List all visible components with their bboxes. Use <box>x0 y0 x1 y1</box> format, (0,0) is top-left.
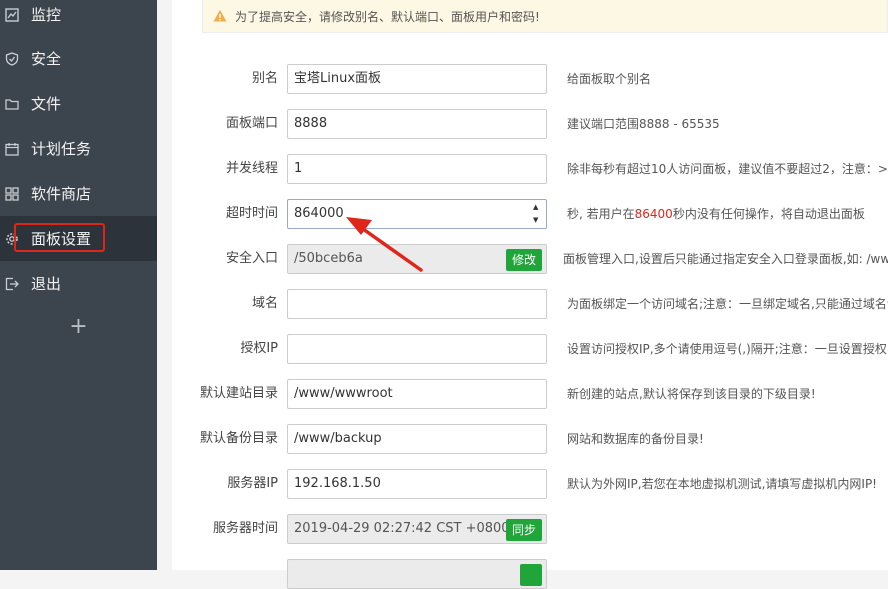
port-hint: 建议端口范围8888 - 65535 <box>567 117 720 131</box>
alias-input[interactable]: 宝塔Linux面板 <box>287 64 547 94</box>
auth-ip-label: 授权IP <box>240 341 278 356</box>
folder-icon <box>5 97 19 111</box>
sidebar-item-label: 安全 <box>31 50 62 68</box>
chevron-down-icon[interactable]: ▼ <box>533 216 543 225</box>
form-row-site-dir: 默认建站目录 /www/wwwroot 新创建的站点,默认将保存到该目录的下级目… <box>172 379 888 409</box>
sidebar-item-files[interactable]: 文件 <box>0 81 157 126</box>
sidebar-item-label: 监控 <box>31 6 62 24</box>
chevron-up-icon[interactable]: ▲ <box>533 203 543 212</box>
security-warning: 为了提高安全，请修改别名、默认端口、面板用户和密码! <box>202 0 888 33</box>
server-ip-hint: 默认为外网IP,若您在本地虚拟机测试,请填写虚拟机内网IP! <box>567 477 877 491</box>
settings-panel: 为了提高安全，请修改别名、默认端口、面板用户和密码! 别名 宝塔Linux面板 … <box>172 0 888 589</box>
backup-dir-input[interactable]: /www/backup <box>287 424 547 454</box>
threads-hint: 除非每秒有超过10人访问面板，建议值不要超过2，注意：>1 <box>567 162 888 176</box>
timeout-hint-value: 86400 <box>634 207 673 221</box>
timeout-hint-post: 秒内没有任何操作，将自动退出面板 <box>672 207 865 221</box>
sidebar-item-label: 软件商店 <box>31 185 92 203</box>
form-row-next <box>172 559 888 589</box>
server-time-input: 2019-04-29 02:27:42 CST +0800 同步 <box>287 514 547 544</box>
auth-ip-hint: 设置访问授权IP,多个请使用逗号(,)隔开;注意：一旦设置授权IP <box>567 342 888 356</box>
entry-label: 安全入口 <box>225 251 278 266</box>
sidebar-item-label: 文件 <box>31 95 62 113</box>
form-row-alias: 别名 宝塔Linux面板 给面板取个别名 <box>172 64 888 94</box>
site-dir-label: 默认建站目录 <box>199 386 278 401</box>
sidebar-item-security[interactable]: 安全 <box>0 36 157 81</box>
sidebar: 监控 安全 文件 计划任务 软件商店 面板设置 退出 + <box>0 0 157 570</box>
sync-time-button[interactable]: 同步 <box>505 519 542 541</box>
warning-icon <box>213 9 227 23</box>
timeout-label: 超时时间 <box>225 206 278 221</box>
form-row-server-time: 服务器时间 2019-04-29 02:27:42 CST +0800 同步 <box>172 514 888 544</box>
warning-text: 为了提高安全，请修改别名、默认端口、面板用户和密码! <box>235 9 540 24</box>
domain-hint: 为面板绑定一个访问域名;注意：一旦绑定域名,只能通过域名访 <box>567 297 888 311</box>
sidebar-item-label: 计划任务 <box>31 140 92 158</box>
form-row-domain: 域名 为面板绑定一个访问域名;注意：一旦绑定域名,只能通过域名访 <box>172 289 888 319</box>
annotation-highlight-box <box>14 223 105 252</box>
edit-entry-button[interactable]: 修改 <box>505 249 542 271</box>
timeout-input[interactable]: 864000 ▲ ▼ <box>287 199 547 229</box>
threads-label: 并发线程 <box>225 161 278 176</box>
form-row-server-ip: 服务器IP 192.168.1.50 默认为外网IP,若您在本地虚拟机测试,请填… <box>172 469 888 499</box>
auth-ip-input[interactable] <box>287 334 547 364</box>
entry-value: /50bceb6a <box>294 251 363 266</box>
form-row-auth-ip: 授权IP 设置访问授权IP,多个请使用逗号(,)隔开;注意：一旦设置授权IP <box>172 334 888 364</box>
timeout-hint: 秒, 若用户在86400秒内没有任何操作，将自动退出面板 <box>567 199 865 229</box>
site-dir-input[interactable]: /www/wwwroot <box>287 379 547 409</box>
timeout-stepper[interactable]: ▲ ▼ <box>533 203 543 225</box>
domain-label: 域名 <box>251 296 278 311</box>
threads-input[interactable]: 1 <box>287 154 547 184</box>
sidebar-item-store[interactable]: 软件商店 <box>0 171 157 216</box>
shield-icon <box>5 51 19 66</box>
timeout-hint-pre: 秒, 若用户在 <box>567 207 635 221</box>
alias-hint: 给面板取个别名 <box>567 72 652 86</box>
form-row-port: 面板端口 8888 建议端口范围8888 - 65535 <box>172 109 888 139</box>
port-input[interactable]: 8888 <box>287 109 547 139</box>
form-row-timeout: 超时时间 864000 ▲ ▼ 秒, 若用户在86400秒内没有任何操作，将自动… <box>172 199 888 229</box>
sidebar-item-label: 退出 <box>31 275 62 293</box>
alias-label: 别名 <box>251 71 278 86</box>
sidebar-item-monitor[interactable]: 监控 <box>0 0 157 37</box>
site-dir-hint: 新创建的站点,默认将保存到该目录的下级目录! <box>567 387 816 401</box>
backup-dir-label: 默认备份目录 <box>199 431 278 446</box>
entry-hint: 面板管理入口,设置后只能通过指定安全入口登录面板,如: /ww <box>563 252 888 266</box>
port-label: 面板端口 <box>225 116 278 131</box>
monitor-icon <box>5 7 19 22</box>
backup-dir-hint: 网站和数据库的备份目录! <box>567 432 704 446</box>
server-time-value: 2019-04-29 02:27:42 CST +0800 <box>294 521 510 536</box>
add-plugin-button[interactable]: + <box>0 305 157 347</box>
server-ip-label: 服务器IP <box>227 476 278 491</box>
next-field <box>287 559 547 589</box>
form-row-entry: 安全入口 /50bceb6a 修改 面板管理入口,设置后只能通过指定安全入口登录… <box>172 244 888 274</box>
form-row-threads: 并发线程 1 除非每秒有超过10人访问面板，建议值不要超过2，注意：>1 <box>172 154 888 184</box>
entry-input: /50bceb6a 修改 <box>287 244 547 274</box>
next-field-button[interactable] <box>520 564 542 586</box>
server-time-label: 服务器时间 <box>212 521 278 536</box>
calendar-icon <box>5 142 19 156</box>
domain-input[interactable] <box>287 289 547 319</box>
sidebar-item-cron[interactable]: 计划任务 <box>0 126 157 171</box>
timeout-value: 864000 <box>294 206 344 221</box>
sidebar-item-logout[interactable]: 退出 <box>0 261 157 306</box>
grid-icon <box>5 186 19 201</box>
logout-icon <box>5 277 19 291</box>
server-ip-input[interactable]: 192.168.1.50 <box>287 469 547 499</box>
form-row-backup-dir: 默认备份目录 /www/backup 网站和数据库的备份目录! <box>172 424 888 454</box>
